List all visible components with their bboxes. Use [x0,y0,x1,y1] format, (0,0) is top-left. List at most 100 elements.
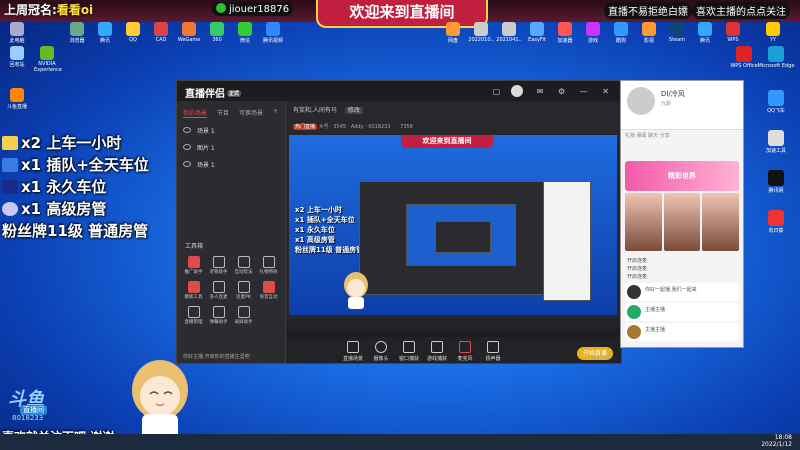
window-capture-button[interactable]: 窗口捕获 [397,341,421,362]
desktop-icon[interactable]: 微信 [232,22,258,44]
chat-message-row[interactable]: 主播主播 [625,323,739,341]
microphone-button[interactable]: 麦克风 [453,341,477,362]
tool-button[interactable]: 连麦PK [231,281,256,300]
desktop-icon[interactable]: Steam [664,22,690,43]
desktop-icon[interactable]: 腾讯 [92,22,118,44]
desktop-icon[interactable]: 影视 [636,22,662,44]
desktop-icon[interactable]: 游戏 [580,22,606,44]
stream-meta: 有奖和,人间有马 修改 [287,101,621,123]
window-controls[interactable]: ▢ ▢ ✉ ⚙ — ✕ [493,87,615,96]
scene-item[interactable]: 图片 1 [177,139,285,156]
scene-button[interactable]: 直播场景 [341,341,365,362]
desktop-icon[interactable]: QQ [120,22,146,43]
qq-speed-icon[interactable]: QQ飞车 [756,90,796,114]
desktop-icon[interactable]: YY [760,22,786,43]
tool-button[interactable]: 推广助手 [181,256,206,275]
edit-title-button[interactable]: 修改 [344,107,363,114]
notice-right: 喜欢主播的点点关注 [692,2,790,19]
sunflower-icon[interactable]: 向日葵 [756,210,796,234]
tab-my-scenes[interactable]: 我的场景 [183,108,208,118]
desktop-icon[interactable]: WeGame [176,22,202,43]
desktop-icon[interactable]: 加速器 [552,22,578,44]
preview-mascot-image [344,272,368,309]
preview-reward: x1 永久车位 [295,226,335,234]
chat-panel: Dl/冷风 九斯 礼物 弹幕 聊天 分享 精彩世界 开启连麦 开启连麦 开启连麦… [620,80,744,348]
streamer-name: Dl/冷风 [661,90,685,98]
live-companion-window: 直播伴侣 正式 ▢ ▢ ✉ ⚙ — ✕ 我的场景 节目 可换场景 + 场景 1 图… [176,80,622,364]
tool-button[interactable]: 语音互动 [256,281,281,300]
add-icon[interactable]: + [273,108,278,118]
tool-button[interactable]: 模板工具 [181,281,206,300]
tool-button[interactable]: 录屏助手 [231,306,256,325]
desktop-icon[interactable]: 此电脑 [4,22,30,44]
desktop-icon[interactable]: 浏览器 [64,22,90,44]
rocket-icon [2,158,18,172]
reward-item: 粉丝牌11级 普通房管 [2,222,149,240]
car-icon [2,180,18,194]
tool-button[interactable]: 弹幕助手 [206,306,231,325]
toolbox-header: 工具箱 [185,243,204,250]
tool-button[interactable]: 礼物特效 [256,256,281,275]
photo-thumb[interactable] [663,193,701,251]
desktop-icon[interactable]: 2021041.. [496,22,522,43]
scene-item[interactable]: 场景 1 [177,122,285,139]
stream-preview[interactable]: 欢迎来到直播间 x2 上车一小时 x1 插队+全天车位 x1 永久车位 x1 高… [289,135,617,315]
tool-button[interactable]: 互动玩法 [231,256,256,275]
desktop-icon[interactable]: WPS [720,22,746,43]
category-tag[interactable]: 热门直播 [293,124,318,130]
scene-item[interactable]: 场景 1 [177,156,285,173]
eye-icon[interactable] [183,161,191,167]
live-progress-bar [287,329,621,337]
chat-line: 开启连麦 [627,266,648,272]
preview-reward: x1 插队+全天车位 [295,216,355,224]
rewards-list: x2 上车一小时 x1 插队+全天车位 x1 永久车位 x1 高级房管 粉丝牌1… [2,132,149,242]
photo-thumb[interactable] [702,193,740,251]
nvidia-icon[interactable]: NVIDIA Experience [34,46,62,73]
douyu-app-icon[interactable]: 斗鱼直播 [4,88,30,110]
desktop-icon[interactable]: 腾讯视频 [260,22,286,44]
streamer-sub: 九斯 [661,101,672,107]
desktop-icon[interactable]: 网盘 [440,22,466,44]
game-capture-button[interactable]: 游戏捕获 [425,341,449,362]
system-clock[interactable]: 18:08 2022/1/12 [761,434,792,448]
tab-switch-scenes[interactable]: 可换场景 [239,108,263,118]
tool-button[interactable]: 老铁助手 [206,256,231,275]
tool-button[interactable]: 多人连麦 [206,281,231,300]
edge-icon[interactable]: Microsoft Edge [756,46,796,69]
nested-window [359,181,549,295]
reward-item: x2 上车一小时 [2,132,149,154]
desktop-icon[interactable]: 2022010.. [468,22,494,43]
chat-tabs[interactable]: 礼物 弹幕 聊天 分享 [621,129,743,146]
desktop: 上周冠名:看看oi jiouer18876 直播不易拒绝白嫖 喜欢主播的点点关注… [0,0,800,450]
nested-window [435,221,491,253]
eye-icon[interactable] [183,127,191,133]
notice-left: 直播不易拒绝白嫖 [604,2,692,19]
accelerator-icon[interactable]: 加速工具 [756,130,796,154]
version-badge: 正式 [227,90,242,97]
desktop-icon[interactable]: 360 [204,22,230,43]
app-brand: 直播伴侣 正式 [185,89,242,100]
streamer-avatar[interactable] [627,87,655,115]
recycle-bin-icon[interactable]: 回收站 [4,46,30,68]
desktop-icon[interactable]: 腾讯 [692,22,718,44]
eye-icon[interactable] [183,144,191,150]
photo-thumb[interactable] [625,193,662,251]
chat-message-row[interactable]: 主播主播 [625,303,739,321]
preview-reward: x1 高级房管 [295,236,335,244]
chat-line: 开启连麦 [627,258,648,264]
chat-message-row[interactable]: 你好一起播,我们一起来 [625,283,739,301]
tool-button[interactable]: 直播管理 [181,306,206,325]
nested-window [406,204,516,266]
camera-button[interactable]: 摄像头 [369,341,393,362]
tab-programs[interactable]: 节目 [217,108,229,118]
reward-item: x1 永久车位 [2,176,149,198]
capcut-icon[interactable]: 腾讯网 [756,170,796,194]
preview-reward: 粉丝牌11级 普通房管 [295,246,364,254]
app-titlebar: 直播伴侣 正式 ▢ ▢ ✉ ⚙ — ✕ [177,81,621,101]
stream-meta-info: 热门直播 大号 ‧ 3545 ‧ Addy ‧ 0018233 7358 [287,123,621,130]
speaker-button[interactable]: 扬声器 [481,341,505,362]
desktop-icon[interactable]: EasyFit [524,22,550,43]
desktop-icon[interactable]: 酷狗 [608,22,634,44]
desktop-icon[interactable]: CAD [148,22,174,43]
chat-promo-banner[interactable]: 精彩世界 [625,161,739,191]
